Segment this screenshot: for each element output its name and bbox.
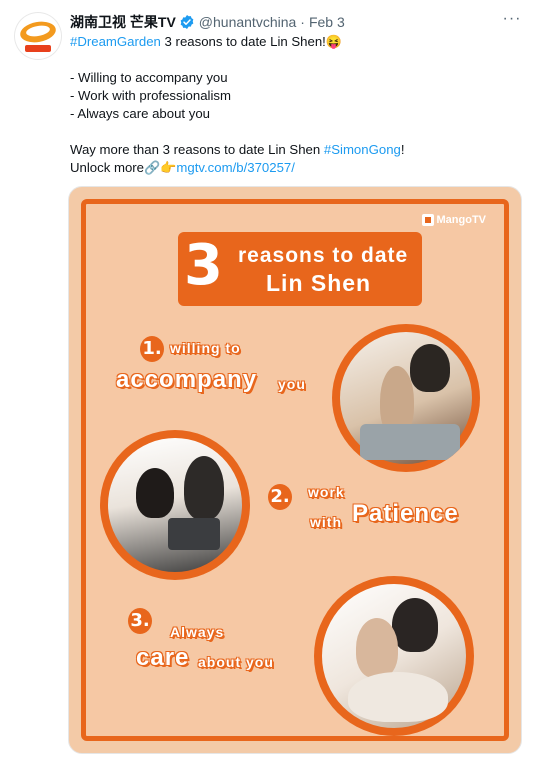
hashtag-dreamgarden[interactable]: #DreamGarden — [70, 34, 161, 49]
man-figure — [410, 344, 450, 392]
tongue-emoji-icon: 😝 — [325, 34, 343, 49]
reason-2-line-2: with — [310, 514, 342, 530]
photo-circle-care — [314, 576, 474, 736]
reason-3-line-1: Always — [170, 624, 225, 640]
sweater — [348, 672, 448, 722]
reason-2-main: Patience — [352, 500, 459, 527]
tweet-line-more: Way more than 3 reasons to date Lin Shen… — [70, 141, 523, 159]
user-handle[interactable]: @hunantvchina — [199, 14, 297, 30]
tweet-image[interactable]: MangoTV 3 reasons to date Lin Shen 1. wi… — [68, 186, 522, 754]
bullet-3: - Always care about you — [70, 106, 211, 121]
reason-1-number: 1. — [140, 336, 164, 362]
bullet-1: - Willing to accompany you — [70, 70, 228, 85]
reason-3-line-2: about you — [198, 654, 274, 670]
mango-logo-banner — [25, 45, 51, 52]
poster-title-line-2: Lin Shen — [266, 270, 372, 296]
reason-3-main: care — [136, 644, 190, 671]
poster-frame: MangoTV 3 reasons to date Lin Shen 1. wi… — [81, 199, 509, 741]
header-separator: · — [300, 14, 305, 30]
tweet-line-more-text: Way more than 3 reasons to date Lin Shen — [70, 142, 324, 157]
tweet-date[interactable]: Feb 3 — [309, 14, 345, 30]
avatar[interactable] — [14, 12, 62, 60]
bullet-2: - Work with professionalism — [70, 88, 231, 103]
man-figure — [184, 456, 224, 520]
poster-title-line-1: reasons to date — [238, 244, 409, 267]
reason-1-line-1: willing to — [170, 340, 241, 356]
reason-1-main: accompany — [116, 366, 258, 393]
reason-2-number: 2. — [268, 484, 292, 510]
mangotv-logo-icon — [421, 214, 434, 226]
couple-laptop-photo — [108, 438, 242, 572]
display-name[interactable]: 湖南卫视 芒果TV — [70, 12, 176, 32]
reason-1-line-2: you — [278, 376, 306, 392]
poster-big-number: 3 — [184, 233, 223, 298]
tweet-header: 湖南卫视 芒果TV @hunantvchina · Feb 3 — [70, 12, 525, 32]
woman-figure — [136, 468, 174, 518]
unlock-text: Unlock more — [70, 160, 145, 175]
tweet-line-unlock: Unlock more🔗👉mgtv.com/b/370257/ — [70, 159, 523, 177]
photo-circle-shopping — [332, 324, 480, 472]
mangotv-brand: MangoTV — [436, 214, 487, 226]
reason-3-number: 3. — [128, 608, 152, 634]
more-options-icon[interactable]: ··· — [501, 10, 523, 30]
tweet-text: #DreamGarden 3 reasons to date Lin Shen!… — [70, 33, 523, 177]
woman-figure — [356, 618, 398, 678]
shopping-cart — [360, 424, 460, 460]
link-pointing-emoji-icon: 🔗👉 — [144, 160, 177, 175]
man-figure — [392, 598, 438, 652]
mgtv-link[interactable]: mgtv.com/b/370257/ — [176, 160, 295, 175]
tweet-line-more-end: ! — [400, 142, 405, 157]
poster-title-box: 3 reasons to date Lin Shen — [178, 232, 422, 306]
mangotv-watermark: MangoTV — [421, 214, 487, 226]
hashtag-simongong[interactable]: #SimonGong — [324, 142, 401, 157]
verified-badge-icon — [180, 15, 194, 29]
tweet-line-1: #DreamGarden 3 reasons to date Lin Shen!… — [70, 33, 523, 51]
couple-hug-photo — [322, 584, 466, 728]
reason-2-line-1: work — [308, 484, 345, 500]
photo-circle-laptop — [100, 430, 250, 580]
laptop — [168, 518, 220, 550]
tweet-line-1-text: 3 reasons to date Lin Shen! — [160, 34, 326, 49]
couple-shopping-photo — [340, 332, 472, 464]
